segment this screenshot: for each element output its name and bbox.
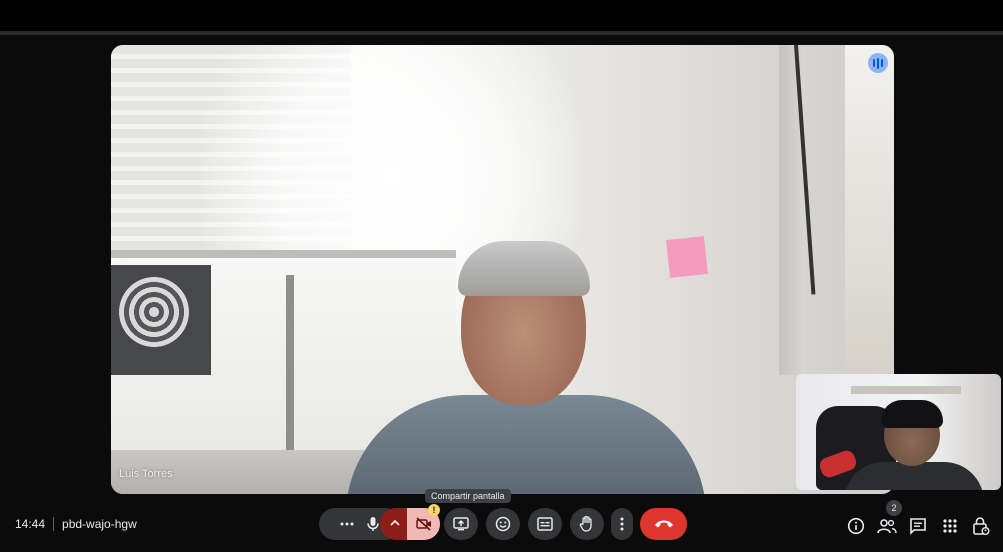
- participant-name: Luis Torres: [119, 468, 173, 480]
- self-view-tile[interactable]: [796, 374, 1001, 490]
- leave-call-button[interactable]: [640, 508, 687, 540]
- share-tooltip: Compartir pantalla: [425, 489, 511, 503]
- lock-person-icon[interactable]: [971, 516, 991, 536]
- self-video: [844, 462, 984, 490]
- apps-grid-icon[interactable]: [940, 516, 960, 536]
- top-bar: [0, 0, 1003, 31]
- top-divider: [0, 31, 1003, 35]
- meeting-details: 14:44 pbd-wajo-hgw: [15, 517, 137, 531]
- captions-button[interactable]: [528, 508, 562, 540]
- chat-icon[interactable]: [908, 516, 928, 536]
- end-call-icon: [654, 519, 674, 529]
- more-vertical-icon: [620, 517, 624, 531]
- main-video-tile[interactable]: Luis Torres: [111, 45, 894, 494]
- current-time: 14:44: [15, 517, 46, 531]
- present-screen-button[interactable]: [444, 508, 478, 540]
- raise-hand-icon: [579, 515, 595, 533]
- more-horizontal-icon[interactable]: [340, 517, 354, 531]
- microphone-icon[interactable]: [366, 516, 380, 532]
- present-screen-icon: [453, 517, 469, 531]
- captions-icon: [537, 517, 553, 531]
- raise-hand-button[interactable]: [570, 508, 604, 540]
- video-scene: [845, 45, 894, 375]
- more-options-button[interactable]: [611, 508, 633, 540]
- people-count-badge: 2: [886, 500, 902, 516]
- self-video: [881, 400, 943, 428]
- self-video-scene: [851, 386, 961, 394]
- emoji-button[interactable]: [486, 508, 520, 540]
- participant-video: [458, 241, 590, 296]
- warning-icon: !: [428, 504, 440, 516]
- video-scene: [666, 236, 708, 278]
- video-scene: [286, 275, 294, 475]
- meeting-code: pbd-wajo-hgw: [62, 517, 137, 531]
- separator: [53, 517, 55, 531]
- people-icon[interactable]: [877, 516, 897, 536]
- chevron-up-icon[interactable]: [390, 518, 400, 528]
- info-icon[interactable]: [846, 516, 866, 536]
- video-scene: [111, 265, 211, 375]
- emoji-icon: [495, 516, 511, 532]
- audio-level-icon[interactable]: [868, 53, 888, 73]
